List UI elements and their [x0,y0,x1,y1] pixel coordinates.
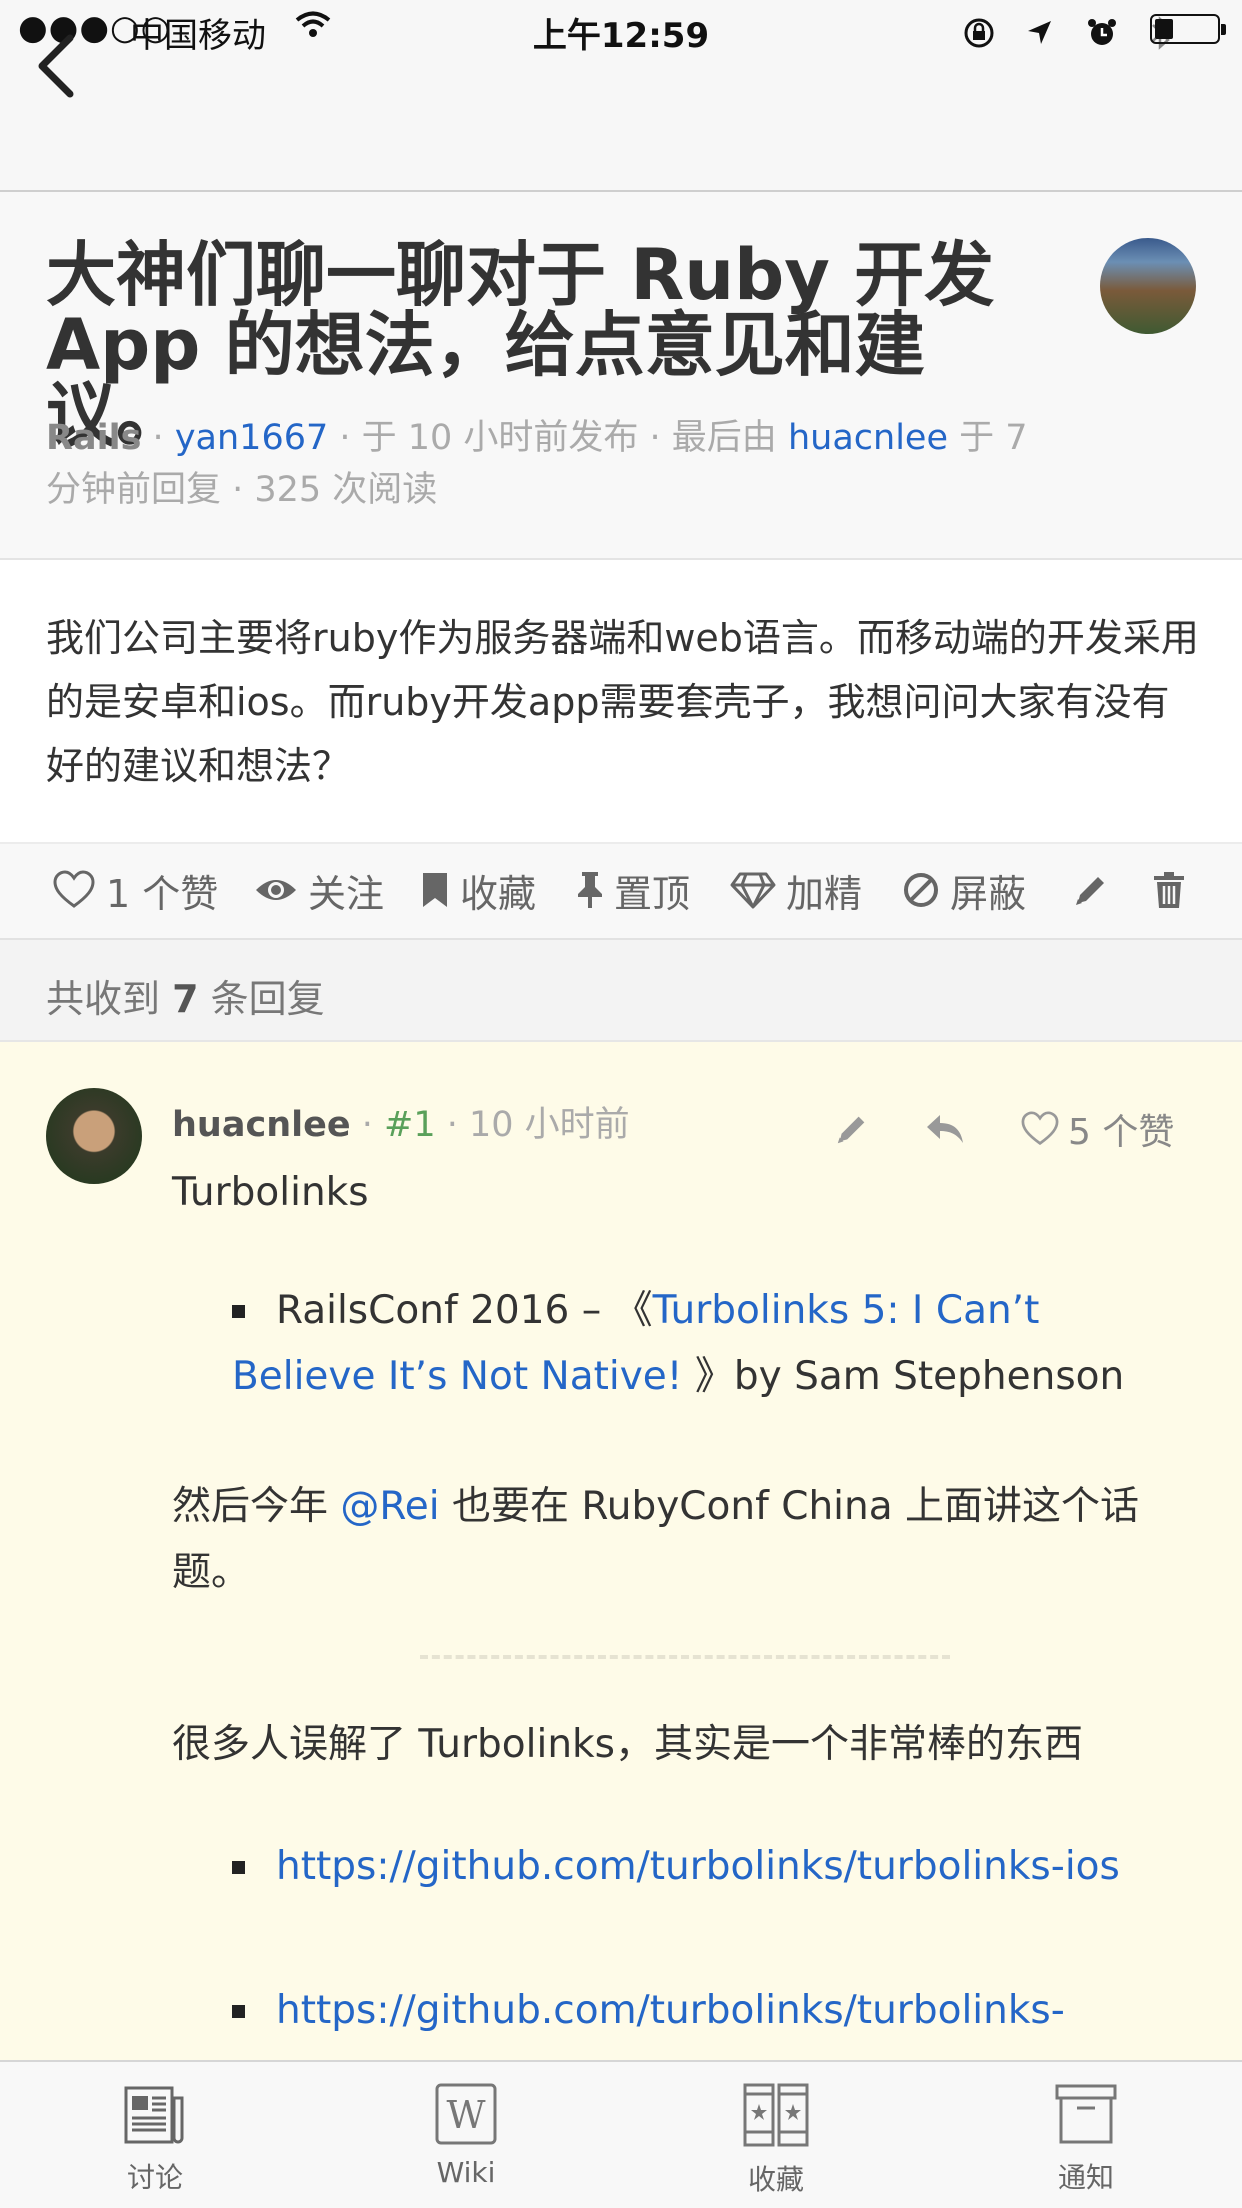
topic-meta: Rails · yan1667 · 于 10 小时前发布 · 最后由 huacn… [46,418,1028,510]
divider [420,1655,950,1659]
reply-paragraph-misunderstood: 很多人误解了 Turbolinks，其实是一个非常棒的东西 [172,1722,1083,1767]
heart-icon [53,870,95,908]
favorite-button[interactable]: 收藏 [420,858,536,922]
reply-like-button[interactable]: 5 个赞 [1020,1104,1174,1154]
orientation-lock-icon [964,18,994,48]
reply-floor[interactable]: #1 [384,1105,436,1145]
back-button[interactable] [30,30,90,100]
tab-favorites[interactable]: 收藏 [676,2082,876,2198]
status-icons [962,12,1173,50]
diamond-icon [730,872,776,909]
reply-paragraph-rei: 然后今年 @Rei 也要在 RubyConf China 上面讲这个话题。 [172,1484,1140,1595]
reply-meta: huacnlee · #1 · 10 小时前 [172,1105,630,1145]
status-bar: ●●●○○ 中国移动 上午12:59 [0,0,1242,62]
pencil-icon [1076,877,1104,905]
eye-icon [256,880,296,900]
trash-icon [1154,872,1184,908]
reply-to-button[interactable] [924,1104,966,1154]
edit-button[interactable] [1072,858,1110,922]
battery-icon [1150,14,1226,44]
reply-avatar[interactable] [46,1088,142,1184]
block-button[interactable]: 屏蔽 [902,858,1026,922]
bookmark-icon [423,873,447,907]
last-replier-link[interactable]: huacnlee [788,418,948,458]
newspaper-icon [124,2086,184,2144]
wiki-icon: W [435,2083,497,2145]
reply-edit-button[interactable] [834,1104,870,1154]
list-item-ios-link: https://github.com/turbolinks/turbolinks… [232,1834,1132,1900]
mention-rei-link[interactable]: @Rei [340,1484,439,1529]
list-item-android-link: https://github.com/turbolinks/turbolinks… [232,1978,1132,2044]
reply-user-link[interactable]: huacnlee [172,1105,351,1145]
excellent-button[interactable]: 加精 [730,858,862,922]
location-icon [1028,21,1052,44]
tab-wiki[interactable]: W Wiki [366,2082,566,2189]
ban-icon [904,873,938,907]
bookmarks-icon [743,2083,809,2147]
tab-discussion[interactable]: 讨论 [55,2082,255,2196]
list-item-railsconf: RailsConf 2016 – 《Turbolinks 5: I Can’t … [232,1288,1125,1399]
pin-icon [578,872,602,908]
like-button[interactable]: 1 个赞 [52,858,218,922]
turbolinks-ios-link[interactable]: https://github.com/turbolinks/turbolinks… [276,1844,1120,1889]
tab-notifications[interactable]: 通知 [986,2082,1186,2196]
reply-icon [927,1115,963,1143]
alarm-icon [1088,19,1117,45]
follow-button[interactable]: 关注 [254,858,384,922]
battery-level [1155,19,1174,39]
reply-line-turbolinks: Turbolinks [172,1170,369,1215]
author-link[interactable]: yan1667 [175,418,328,458]
pencil-icon [837,1116,865,1144]
chevron-left-icon [38,34,74,98]
turbolinks-android-link[interactable]: https://github.com/turbolinks/turbolinks… [276,1988,1065,2033]
navigation-bar [0,62,1242,192]
svg-text:W: W [446,2093,485,2137]
heart-icon [1021,1111,1059,1146]
pin-button[interactable]: 置顶 [576,858,690,922]
topic-body: 我们公司主要将ruby作为服务器端和web语言。而移动端的开发采用的是安卓和io… [46,616,1199,788]
delete-button[interactable] [1152,858,1186,922]
author-avatar[interactable] [1100,238,1196,334]
inbox-icon [1055,2084,1117,2144]
replies-count: 共收到 7 条回复 [46,977,325,1021]
published-info: · 于 10 小时前发布 · 最后由 [339,418,777,458]
reply-time: · 10 小时前 [446,1105,630,1145]
node-link[interactable]: Rails [46,418,141,458]
